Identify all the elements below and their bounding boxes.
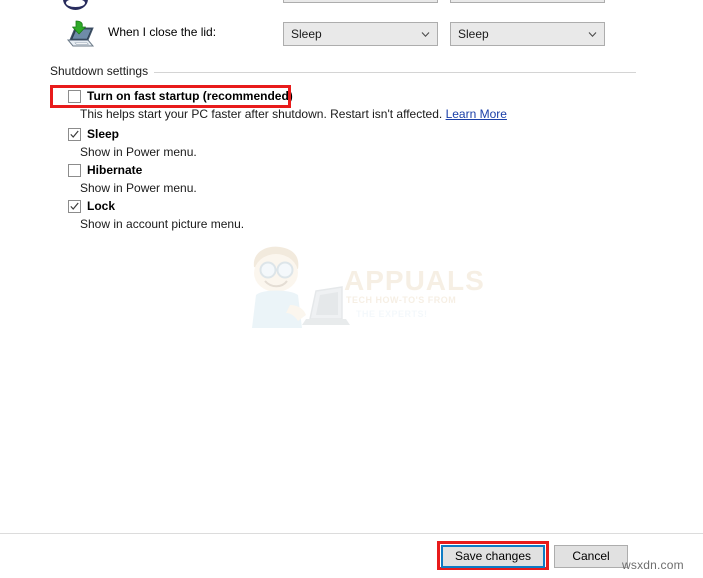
site-watermark: wsxdn.com	[622, 558, 684, 572]
partial-power-button-icon	[63, 0, 88, 10]
checkbox-sleep[interactable]	[68, 128, 81, 141]
shutdown-settings-label: Shutdown settings	[50, 64, 155, 78]
chevron-down-icon	[588, 30, 597, 39]
checkbox-lock[interactable]	[68, 200, 81, 213]
description-fast-startup: This helps start your PC faster after sh…	[80, 107, 507, 121]
checkmark-icon	[70, 202, 79, 210]
partial-dropdown-on-battery[interactable]	[283, 0, 438, 3]
save-changes-button[interactable]: Save changes	[441, 545, 545, 568]
watermark-tagline-line1: TECH HOW-TO'S FROM	[346, 295, 457, 305]
description-fast-startup-text: This helps start your PC faster after sh…	[80, 107, 443, 121]
watermark-brand: APPUALS	[344, 265, 485, 296]
learn-more-link[interactable]: Learn More	[446, 107, 507, 121]
description-sleep: Show in Power menu.	[80, 145, 197, 159]
shutdown-settings-group-header: Shutdown settings	[50, 64, 650, 80]
close-lid-on-battery-dropdown[interactable]: Sleep	[283, 22, 438, 46]
appuals-mascot-icon	[252, 246, 350, 328]
cancel-button[interactable]: Cancel	[554, 545, 628, 568]
checkbox-hibernate[interactable]	[68, 164, 81, 177]
laptop-close-lid-icon	[62, 20, 96, 48]
description-hibernate: Show in Power menu.	[80, 181, 197, 195]
partial-dropdown-plugged-in[interactable]	[450, 0, 605, 3]
watermark-tagline-line2: THE EXPERTS!	[356, 309, 428, 319]
checkbox-label-hibernate: Hibernate	[87, 163, 143, 177]
checkbox-label-sleep: Sleep	[87, 127, 120, 141]
close-lid-plugged-in-value: Sleep	[458, 27, 489, 41]
close-lid-label: When I close the lid:	[108, 25, 217, 39]
checkbox-label-fast-startup: Turn on fast startup (recommended)	[87, 89, 293, 103]
checkbox-fast-startup[interactable]	[68, 90, 81, 103]
partial-dropdown-row-above	[0, 0, 703, 4]
appuals-watermark: APPUALS TECH HOW-TO'S FROM THE EXPERTS!	[232, 243, 484, 328]
close-lid-on-battery-value: Sleep	[291, 27, 322, 41]
description-lock: Show in account picture menu.	[80, 217, 245, 231]
close-lid-plugged-in-dropdown[interactable]: Sleep	[450, 22, 605, 46]
chevron-down-icon	[421, 30, 430, 39]
checkbox-label-lock: Lock	[87, 199, 116, 213]
checkmark-icon	[70, 130, 79, 138]
footer-divider	[0, 533, 703, 534]
